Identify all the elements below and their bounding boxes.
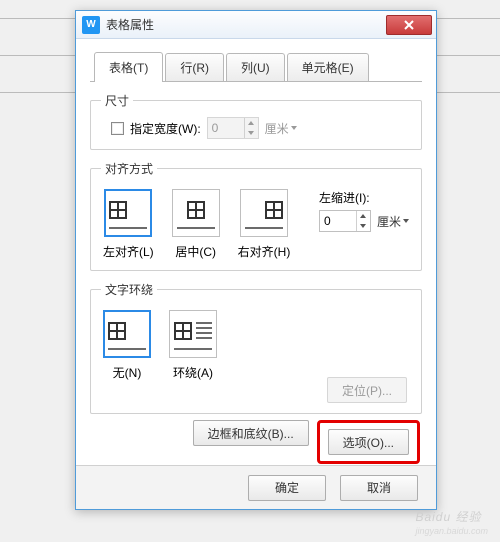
align-center-label: 居中(C)	[175, 243, 216, 260]
ok-button[interactable]: 确定	[248, 475, 326, 501]
wrap-around-label: 环绕(A)	[173, 364, 213, 381]
alignment-group: 对齐方式 左对齐(L) 居中(C) 右对齐(H) 左缩进(I):	[90, 160, 422, 271]
borders-shading-button[interactable]: 边框和底纹(B)...	[193, 420, 309, 446]
positioning-button: 定位(P)...	[327, 377, 407, 403]
spin-up[interactable]	[357, 211, 370, 221]
align-right-label: 右对齐(H)	[238, 243, 291, 260]
width-input	[208, 118, 244, 138]
tab-cell[interactable]: 单元格(E)	[287, 53, 369, 81]
wrap-none-label: 无(N)	[113, 364, 142, 381]
text-wrap-legend: 文字环绕	[101, 281, 157, 298]
left-indent-input[interactable]	[320, 211, 356, 231]
dialog-body: 表格(T) 行(R) 列(U) 单元格(E) 尺寸 指定宽度(W): 厘米	[76, 39, 436, 474]
close-button[interactable]	[386, 15, 432, 35]
options-button[interactable]: 选项(O)...	[328, 429, 409, 455]
align-center-option[interactable]: 居中(C)	[172, 189, 220, 260]
options-button-highlight: 选项(O)...	[317, 420, 420, 464]
align-left-label: 左对齐(L)	[103, 243, 154, 260]
left-indent-block: 左缩进(I): 厘米	[319, 189, 409, 232]
spin-down[interactable]	[357, 221, 370, 231]
tab-table[interactable]: 表格(T)	[94, 52, 163, 82]
tab-row[interactable]: 行(R)	[165, 53, 224, 81]
app-icon: W	[82, 16, 100, 34]
size-group: 尺寸 指定宽度(W): 厘米	[90, 92, 422, 150]
tab-column[interactable]: 列(U)	[226, 53, 285, 81]
dialog-footer: 确定 取消	[76, 465, 436, 509]
left-indent-label: 左缩进(I):	[319, 189, 409, 206]
wrap-none-option[interactable]: 无(N)	[103, 310, 151, 381]
align-right-option[interactable]: 右对齐(H)	[238, 189, 291, 260]
window-title: 表格属性	[106, 16, 386, 33]
size-legend: 尺寸	[101, 92, 133, 109]
specify-width-checkbox[interactable]	[111, 122, 124, 135]
close-icon	[404, 20, 414, 30]
width-unit-dropdown: 厘米	[265, 120, 297, 137]
titlebar: W 表格属性	[76, 11, 436, 39]
chevron-down-icon	[403, 219, 409, 223]
tabstrip: 表格(T) 行(R) 列(U) 单元格(E)	[90, 51, 422, 82]
cancel-button[interactable]: 取消	[340, 475, 418, 501]
left-indent-spinner[interactable]	[319, 210, 371, 232]
table-properties-dialog: W 表格属性 表格(T) 行(R) 列(U) 单元格(E) 尺寸 指定宽度(W)…	[75, 10, 437, 510]
specify-width-label: 指定宽度(W):	[130, 120, 201, 137]
wrap-around-option[interactable]: 环绕(A)	[169, 310, 217, 381]
left-indent-unit-dropdown[interactable]: 厘米	[377, 213, 409, 230]
lower-button-row: 边框和底纹(B)... 选项(O)...	[90, 420, 422, 464]
width-spinner	[207, 117, 259, 139]
text-wrap-group: 文字环绕 无(N) 环绕(A) 定位(P)...	[90, 281, 422, 414]
align-left-option[interactable]: 左对齐(L)	[103, 189, 154, 260]
alignment-legend: 对齐方式	[101, 160, 157, 177]
chevron-down-icon	[291, 126, 297, 130]
spinner-arrows	[244, 118, 258, 138]
